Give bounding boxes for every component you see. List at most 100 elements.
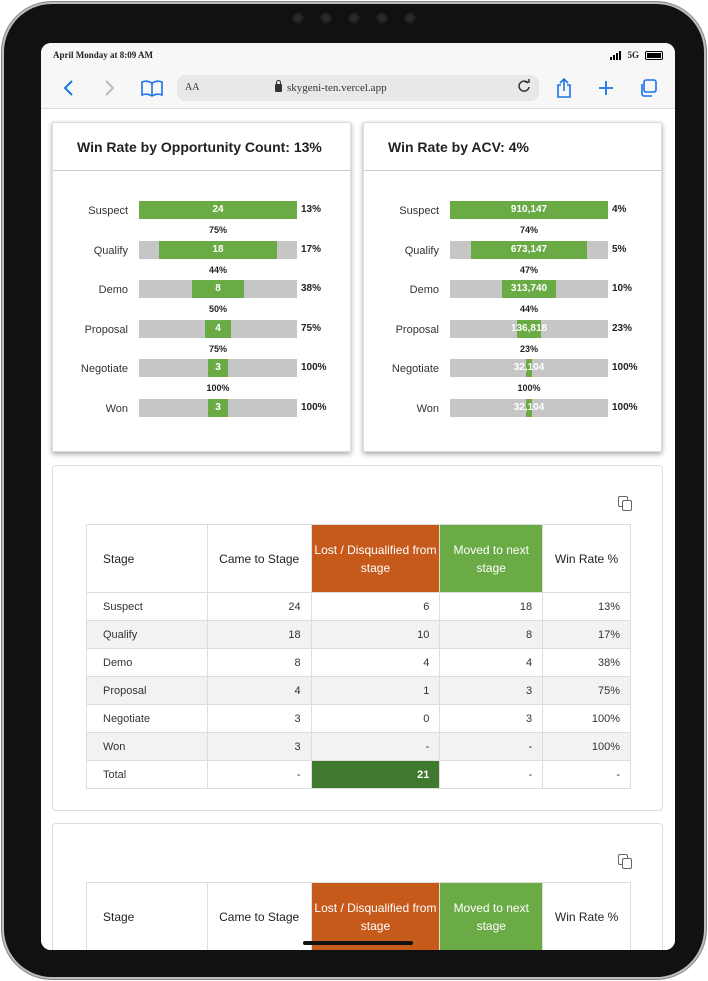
tabs-icon[interactable] xyxy=(631,75,665,101)
funnel-win-rate: 5% xyxy=(612,243,627,255)
funnel-bar-track: 24 xyxy=(139,201,297,219)
table-cell-lost: 4 xyxy=(310,648,441,677)
funnel-stage-label: Won xyxy=(416,402,439,415)
table-cell-stage: Negotiate xyxy=(86,704,208,733)
col-moved: Moved to next stage xyxy=(439,524,544,593)
funnel-row: Negotiate 32,104 100% xyxy=(364,359,661,379)
table-cell-lost: 10 xyxy=(310,620,441,649)
funnel-bar-value: 8 xyxy=(215,283,221,294)
lock-icon xyxy=(275,79,282,92)
table-cell-win: 38% xyxy=(542,648,631,677)
new-tab-icon[interactable] xyxy=(589,75,623,101)
funnel-row: Qualify 673,147 5% xyxy=(364,240,661,261)
funnel-conversion-rate: 50% xyxy=(208,304,227,314)
back-icon[interactable] xyxy=(51,75,85,101)
funnel-stage-label: Proposal xyxy=(84,323,128,336)
signal-icon xyxy=(610,50,622,60)
table-cell-win: 75% xyxy=(542,676,631,705)
stage-table: Stage Came to Stage Lost / Disqualified … xyxy=(86,524,631,789)
table-row: Won 3- -100% xyxy=(86,732,631,761)
funnel-conversion-rate: 44% xyxy=(519,304,538,314)
funnel-conversion-rate: 100% xyxy=(206,383,230,393)
table-cell-win: 100% xyxy=(542,732,631,761)
total-cell-lost: 21 xyxy=(310,760,441,789)
table-cell-lost: 0 xyxy=(310,704,441,733)
funnel-acv-chart: Suspect 910,147 4% Qualify 673,147 5% Demo 313,… xyxy=(364,171,661,451)
col-stage: Stage xyxy=(86,524,208,593)
funnel-win-rate: 13% xyxy=(301,204,322,215)
funnel-bar-value: 18 xyxy=(212,243,224,255)
funnel-bar-value: 136,818 xyxy=(510,322,548,334)
table-cell-win: 13% xyxy=(542,592,631,621)
funnel-bar-track: 4 xyxy=(139,319,297,338)
funnel-win-rate: 100% xyxy=(301,362,327,373)
funnel-row: Demo 8 38% xyxy=(53,280,350,300)
table-cell-win: 100% xyxy=(542,704,631,733)
funnel-row: Won 32,104 100% xyxy=(364,398,661,419)
table-total-row: Total -21- - xyxy=(86,760,631,789)
page-content: Win Rate by Opportunity Count: 13% Suspe… xyxy=(41,109,675,950)
funnel-bar-track: 32,104 xyxy=(450,359,608,377)
table-cell-came: 3 xyxy=(206,704,312,733)
table-row: Demo 8 4 4 38% xyxy=(86,648,631,677)
funnel-bar-value: 4 xyxy=(215,322,221,334)
funnel-acv-title: Win Rate by ACV: 4% xyxy=(364,123,661,171)
home-indicator[interactable] xyxy=(303,941,413,945)
table-cell-moved: 3 xyxy=(439,704,544,733)
table-row: Qualify 18 10 8 17% xyxy=(86,620,631,649)
col-came: Came to Stage xyxy=(206,882,312,950)
funnel-stage-label: Proposal xyxy=(395,323,439,336)
funnel-conversion-rate: 47% xyxy=(519,264,538,275)
network-label: 5G xyxy=(627,50,639,60)
table-cell-moved: 3 xyxy=(439,676,544,705)
table-cell-came: 8 xyxy=(206,648,312,677)
col-win: Win Rate % xyxy=(542,524,631,593)
reader-aa-button[interactable]: AA xyxy=(185,82,275,93)
table-cell-stage: Demo xyxy=(86,648,208,677)
table-cell-moved: 8 xyxy=(439,620,544,649)
funnel-conversion-rate: 44% xyxy=(208,264,227,275)
bookmarks-icon[interactable] xyxy=(135,75,169,101)
funnel-stage-label: Suspect xyxy=(399,205,439,217)
funnel-conversion-rate: 75% xyxy=(208,343,227,354)
copy-icon[interactable] xyxy=(618,496,632,511)
funnel-stage-label: Negotiate xyxy=(80,363,128,375)
col-moved: Moved to next stage xyxy=(439,882,544,950)
address-bar[interactable]: AA skygeni-ten.vercel.app xyxy=(177,74,539,101)
funnel-stage-label: Demo xyxy=(409,284,439,296)
funnel-row: Suspect 24 13% xyxy=(53,201,350,221)
funnel-stage-label: Won xyxy=(105,402,128,415)
funnel-row: Demo 313,740 10% xyxy=(364,280,661,300)
status-bar: April Monday at 8:09 AM 5G xyxy=(41,43,675,67)
funnel-win-rate: 38% xyxy=(301,283,322,294)
table-cell-stage: Suspect xyxy=(86,592,208,621)
screen: April Monday at 8:09 AM 5G AA skygeni-te… xyxy=(41,43,675,950)
table-cell-came: 24 xyxy=(206,592,312,621)
share-icon[interactable] xyxy=(547,75,581,101)
table-cell-win: 17% xyxy=(542,620,631,649)
funnel-conversion-rate: 75% xyxy=(208,225,227,235)
col-came: Came to Stage xyxy=(206,524,312,593)
stage-table-2: Stage Came to Stage Lost / Disqualified … xyxy=(86,882,631,950)
col-win: Win Rate % xyxy=(542,882,631,950)
funnel-row: Negotiate 3 100% xyxy=(53,359,350,379)
funnel-win-rate: 100% xyxy=(612,401,638,413)
funnel-bar-value: 32,104 xyxy=(513,401,545,413)
total-cell-came: - xyxy=(206,760,312,789)
total-cell-win: - xyxy=(542,760,631,789)
table-cell-came: 18 xyxy=(206,620,312,649)
funnel-bar-value: 24 xyxy=(212,204,224,215)
funnel-win-rate: 100% xyxy=(612,362,638,373)
funnel-count-title: Win Rate by Opportunity Count: 13% xyxy=(53,123,350,171)
copy-icon[interactable] xyxy=(618,854,632,869)
table-row: Suspect 24 6 18 13% xyxy=(86,592,631,621)
forward-icon[interactable] xyxy=(93,75,127,101)
table-row: Proposal 4 1 3 75% xyxy=(86,676,631,705)
col-lost: Lost / Disqualified from stage xyxy=(310,524,441,593)
funnel-bar-track: 32,104 xyxy=(450,398,608,417)
camera-housing xyxy=(292,12,416,24)
reload-icon[interactable] xyxy=(517,79,531,96)
browser-toolbar: AA skygeni-ten.vercel.app xyxy=(41,67,675,109)
total-cell-stage: Total xyxy=(86,760,208,789)
table-cell-moved: 4 xyxy=(439,648,544,677)
